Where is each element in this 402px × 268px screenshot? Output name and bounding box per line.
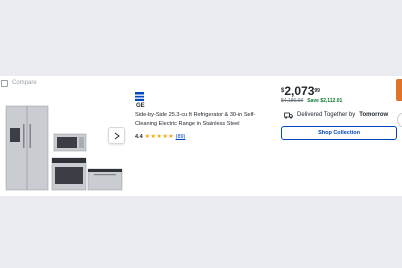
star-rating: ★ ★ ★ ★ ★ (145, 134, 174, 140)
delivery-info: Delivered Together by Tomorrow (284, 111, 388, 119)
price-savings: $4,186.00 Save $2,112.01 (281, 98, 342, 104)
product-card: Compare GE Side-by-Side 25.3-cu ft Refri… (0, 76, 402, 196)
compare-label: Compare (12, 80, 37, 86)
star-icon: ★ (144, 134, 151, 140)
half-star-icon: ★ (168, 134, 174, 140)
star-icon: ★ (162, 134, 168, 140)
compare-checkbox[interactable] (1, 79, 8, 87)
star-icon: ★ (150, 134, 156, 140)
save-amount: Save $2,112.01 (307, 98, 343, 104)
chevron-right-icon (114, 132, 120, 139)
product-image[interactable] (4, 98, 126, 192)
star-icon: ★ (156, 134, 162, 140)
delivery-day: Tomorrow (359, 112, 389, 118)
compare-control[interactable]: Compare (0, 78, 37, 88)
brand-logo-icon (135, 92, 144, 101)
price-dollars: 2,073 (284, 84, 315, 98)
review-count-link[interactable]: (89) (176, 134, 186, 140)
image-next-button[interactable] (108, 127, 125, 144)
side-panel-tab[interactable] (396, 79, 402, 101)
rating-value: 4.4 (135, 134, 143, 140)
was-price: $4,186.00 (281, 98, 304, 104)
brand-name: GE (136, 103, 145, 109)
current-price: $2,07399 (281, 84, 320, 98)
delivery-text: Delivered Together by (297, 112, 356, 118)
truck-icon (284, 112, 293, 119)
rating[interactable]: 4.4 ★ ★ ★ ★ ★ (89) (135, 133, 185, 141)
product-title[interactable]: Side-by-Side 25.3-cu ft Refrigerator & 3… (135, 111, 275, 128)
appliance-bundle-image (5, 105, 123, 191)
price-cents: 99 (314, 88, 320, 94)
shop-collection-button[interactable]: Shop Collection (281, 126, 397, 140)
